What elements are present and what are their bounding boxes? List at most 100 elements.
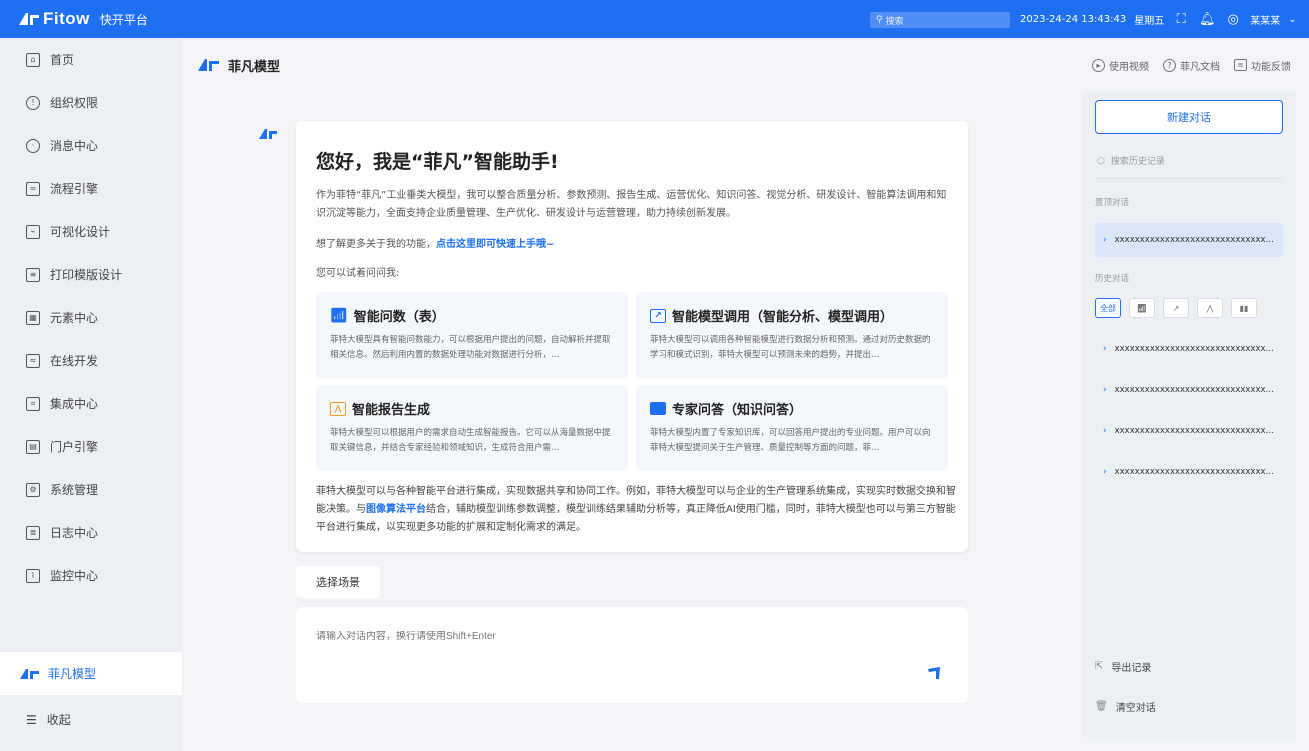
sidebar-item-label: 系统管理 — [50, 483, 99, 497]
chevron-right-icon: › — [1103, 426, 1107, 436]
feature-desc: 菲特大模型内置了专家知识库，可以回答用户提出的专业问题。用户可以向菲特大模型提问… — [650, 428, 931, 453]
username[interactable]: 某某某 — [1250, 12, 1280, 27]
chat-input[interactable] — [316, 631, 916, 642]
sidebar-item-org[interactable]: ! 组织权限 — [0, 81, 182, 124]
history-filters: 全部 📶︎ ↗ ⋀ ▮▮ — [1095, 298, 1257, 318]
sidebar-item-portal[interactable]: ▤ 门户引擎 — [0, 425, 182, 468]
welcome-card: 您好，我是“菲凡”智能助手! 作为菲特“菲凡”工业垂类大模型，我可以整合质量分析… — [296, 121, 968, 552]
sidebar-item-system[interactable]: ⚙ 系统管理 — [0, 468, 182, 511]
quick-start-link[interactable]: 点击这里即可快速上手哦~ — [436, 239, 554, 250]
book-icon — [650, 402, 666, 415]
sidebar-item-integration[interactable]: ⌗ 集成中心 — [0, 382, 182, 425]
chevron-down-icon[interactable]: ⌄ — [1288, 14, 1296, 25]
chevron-right-icon: › — [1103, 344, 1107, 354]
integration-icon: ⌗ — [26, 396, 40, 411]
feature-title: 智能模型调用（智能分析、模型调用） — [672, 310, 894, 325]
filter-model-icon[interactable]: ↗ — [1163, 298, 1189, 318]
user-avatar-icon[interactable]: ◎ — [1224, 12, 1242, 27]
clear-button[interactable]: 🗑︎ 清空对话 — [1095, 699, 1156, 714]
pinned-chat-item[interactable]: › xxxxxxxxxxxxxxxxxxxxxxxxxxxxxx… — [1095, 223, 1283, 257]
line-chart-icon: ↗ — [650, 308, 666, 323]
history-item[interactable]: › xxxxxxxxxxxxxxxxxxxxxxxxxxxxxx… — [1095, 336, 1283, 362]
sidebar-item-label: 消息中心 — [50, 139, 99, 153]
history-item[interactable]: › xxxxxxxxxxxxxxxxxxxxxxxxxxxxxx… — [1095, 377, 1283, 403]
history-item-title: xxxxxxxxxxxxxxxxxxxxxxxxxxxxxx… — [1114, 344, 1275, 354]
export-button[interactable]: ⇱ 导出记录 — [1095, 659, 1151, 674]
search-icon: ○ — [1097, 155, 1105, 166]
sidebar-item-elements[interactable]: ▦ 元素中心 — [0, 296, 182, 339]
chevron-right-icon: › — [1103, 235, 1107, 245]
video-link-label: 使用视频 — [1109, 61, 1149, 73]
video-link[interactable]: ▸ 使用视频 — [1092, 58, 1149, 73]
sidebar-item-flow[interactable]: ≈ 流程引擎 — [0, 167, 182, 210]
chart-icon: ⌁ — [26, 224, 40, 239]
new-chat-button[interactable]: 新建对话 — [1095, 100, 1283, 134]
sidebar-item-label: 菲凡模型 — [48, 667, 97, 681]
welcome-intro: 作为菲特“菲凡”工业垂类大模型，我可以整合质量分析、参数预测、报告生成、运营优化… — [316, 190, 947, 219]
sidebar-item-log[interactable]: ≣ 日志中心 — [0, 511, 182, 554]
sidebar-item-messages[interactable]: · 消息中心 — [0, 124, 182, 167]
search-icon: ⚲ — [876, 15, 883, 25]
history-item[interactable]: › xxxxxxxxxxxxxxxxxxxxxxxxxxxxxx… — [1095, 418, 1283, 444]
monitor-icon: ⌇ — [26, 568, 40, 583]
weekday: 星期五 — [1134, 15, 1165, 27]
sidebar-item-dev[interactable]: ≈ 在线开发 — [0, 339, 182, 382]
feature-card-model-call[interactable]: ↗ 智能模型调用（智能分析、模型调用） 菲特大模型可以调用各种智能模型进行数据分析… — [636, 292, 948, 378]
feature-desc: 菲特大模型可以根据用户的需求自动生成智能报告。它可以从海量数据中提取关键信息，并… — [330, 428, 611, 453]
sidebar-collapse-button[interactable]: ☰ 收起 — [0, 698, 71, 741]
history-item-title: xxxxxxxxxxxxxxxxxxxxxxxxxxxxxx… — [1114, 385, 1275, 395]
feature-card-data-query[interactable]: 📶︎ 智能问数（表） 菲特大模型具有智能问数能力，可以根据用户提出的问题，自动解析… — [316, 292, 628, 378]
history-item-title: xxxxxxxxxxxxxxxxxxxxxxxxxxxxxx… — [1114, 426, 1275, 436]
feature-card-report[interactable]: ⋀ 智能报告生成 菲特大模型可以根据用户的需求自动生成智能报告。它可以从海量数据中… — [316, 385, 628, 471]
sidebar-item-label: 流程引擎 — [50, 182, 99, 196]
filter-all[interactable]: 全部 — [1095, 298, 1121, 318]
filter-report-icon[interactable]: ⋀ — [1197, 298, 1223, 318]
history-item-title: xxxxxxxxxxxxxxxxxxxxxxxxxxxxxx… — [1114, 467, 1275, 477]
bar-chart-icon: 📶︎ — [330, 307, 348, 324]
image-algorithm-platform-link[interactable]: 图像算法平台 — [366, 504, 426, 515]
welcome-closing: 菲特大模型可以与各种智能平台进行集成，实现数据共享和协同工作。例如，菲特大模型可… — [316, 483, 956, 537]
model-logo-icon — [198, 59, 219, 71]
datetime: 2023-24-24 13:43:43 — [1020, 13, 1127, 25]
quick-start-prefix: 想了解更多关于我的功能， — [316, 239, 436, 250]
feature-card-expert-qa[interactable]: 专家问答（知识问答） 菲特大模型内置了专家知识库，可以回答用户提出的专业问题。用… — [636, 385, 948, 471]
quick-start-line: 想了解更多关于我的功能，点击这里即可快速上手哦~ — [316, 235, 554, 250]
log-icon: ≣ — [26, 525, 40, 540]
settings-icon: ⚙ — [26, 482, 40, 497]
select-scene-button[interactable]: 选择场景 — [296, 566, 380, 598]
collapse-label: 收起 — [46, 713, 71, 727]
sidebar-item-visual[interactable]: ⌁ 可视化设计 — [0, 210, 182, 253]
history-item[interactable]: › xxxxxxxxxxxxxxxxxxxxxxxxxxxxxx… — [1095, 459, 1283, 485]
sidebar-item-label: 首页 — [50, 53, 75, 67]
brand[interactable]: Fitow 快开平台 — [0, 9, 180, 29]
sidebar-item-home[interactable]: ⌂ 首页 — [0, 38, 182, 81]
filter-book-icon[interactable]: ▮▮ — [1231, 298, 1257, 318]
sidebar-item-label: 在线开发 — [50, 354, 99, 368]
chat-input-box[interactable] — [296, 607, 968, 703]
welcome-heading: 您好，我是“菲凡”智能助手! — [316, 151, 559, 173]
send-icon[interactable] — [926, 665, 942, 681]
presentation-icon: ⋀ — [330, 401, 346, 416]
filter-data-icon[interactable]: 📶︎ — [1129, 298, 1155, 318]
sidebar-item-print[interactable]: ≡ 打印模版设计 — [0, 253, 182, 296]
export-icon: ⇱ — [1095, 661, 1104, 672]
feedback-icon: ≡ — [1234, 59, 1247, 71]
docs-link-label: 菲凡文档 — [1180, 61, 1220, 73]
feedback-link-label: 功能反馈 — [1251, 61, 1291, 73]
feature-title: 专家问答（知识问答） — [672, 403, 803, 418]
docs-link[interactable]: ? 菲凡文档 — [1163, 58, 1220, 73]
history-search-input[interactable]: ○ 搜索历史记录 — [1095, 154, 1283, 168]
printer-icon: ≡ — [26, 267, 40, 282]
sidebar-item-monitor[interactable]: ⌇ 监控中心 — [0, 554, 182, 597]
sidebar-item-model[interactable]: 菲凡模型 — [0, 652, 182, 695]
fullscreen-icon[interactable]: ⛶ — [1172, 12, 1190, 27]
bell-icon[interactable]: 🔔︎ — [1198, 12, 1216, 27]
sidebar-item-label: 集成中心 — [50, 397, 99, 411]
sidebar-item-label: 日志中心 — [50, 526, 99, 540]
pinned-label: 置顶对话 — [1095, 198, 1130, 208]
chevron-right-icon: › — [1103, 385, 1107, 395]
export-label: 导出记录 — [1111, 663, 1152, 674]
top-search-input[interactable]: ⚲ 搜索 — [870, 12, 1010, 28]
feature-title: 智能报告生成 — [352, 403, 431, 418]
feedback-link[interactable]: ≡ 功能反馈 — [1234, 58, 1291, 73]
